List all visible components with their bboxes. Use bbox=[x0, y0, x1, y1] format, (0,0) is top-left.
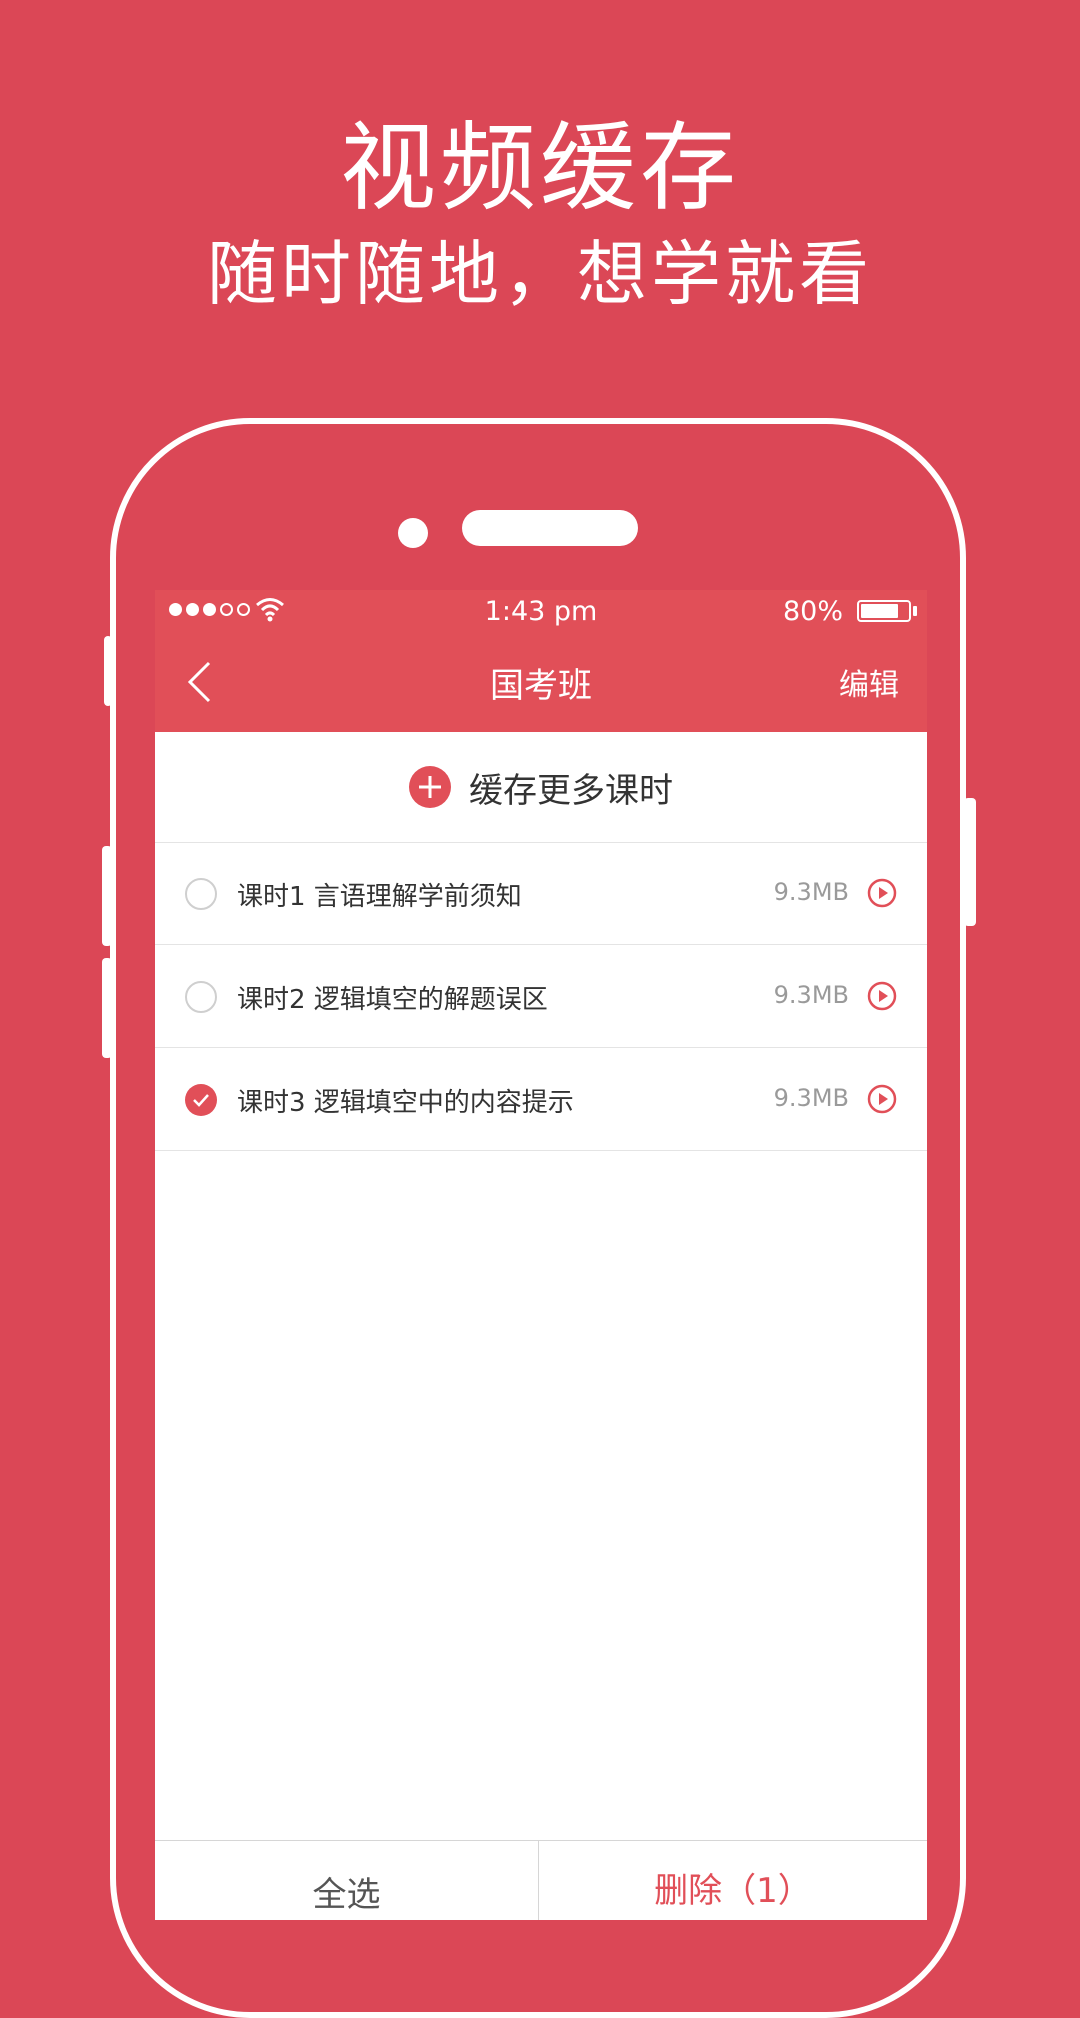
battery-tip bbox=[913, 606, 917, 616]
lesson-title: 课时1 言语理解学前须知 bbox=[237, 882, 522, 912]
cache-more-label: 缓存更多课时 bbox=[469, 770, 673, 811]
app-screen: 1:43 pm 80% 国考班 编辑 缓存更多课时 课时1 言语理解学前须知 9… bbox=[155, 590, 927, 1920]
cache-more-button[interactable]: 缓存更多课时 bbox=[155, 732, 927, 843]
list-item[interactable]: 课时1 言语理解学前须知 9.3MB bbox=[155, 842, 927, 945]
phone-camera bbox=[398, 518, 428, 548]
checkbox[interactable] bbox=[185, 878, 217, 910]
file-size: 9.3MB bbox=[773, 1084, 849, 1112]
phone-side-button bbox=[102, 958, 112, 1058]
promo-subline: 随时随地，想学就看 bbox=[207, 233, 873, 315]
delete-button[interactable]: 删除（1） bbox=[539, 1841, 927, 1920]
nav-bar: 国考班 编辑 bbox=[155, 632, 927, 732]
play-icon[interactable] bbox=[867, 981, 897, 1011]
phone-side-button bbox=[964, 798, 976, 926]
checkbox-checked[interactable] bbox=[185, 1084, 217, 1116]
phone-speaker bbox=[462, 510, 638, 546]
lesson-list: 课时1 言语理解学前须知 9.3MB 课时2 逻辑填空的解题误区 9.3MB 课 bbox=[155, 842, 927, 1151]
lesson-title: 课时2 逻辑填空的解题误区 bbox=[237, 985, 548, 1015]
battery-icon bbox=[857, 600, 911, 622]
checkmark-icon bbox=[193, 1094, 209, 1107]
list-item[interactable]: 课时2 逻辑填空的解题误区 9.3MB bbox=[155, 945, 927, 1048]
plus-icon bbox=[409, 766, 451, 808]
promo-headline: 视频缓存 bbox=[340, 112, 740, 224]
checkbox[interactable] bbox=[185, 981, 217, 1013]
list-item[interactable]: 课时3 逻辑填空中的内容提示 9.3MB bbox=[155, 1048, 927, 1151]
bottom-action-bar: 全选 删除（1） bbox=[155, 1840, 927, 1920]
battery-percent: 80% bbox=[782, 596, 843, 627]
lesson-title: 课时3 逻辑填空中的内容提示 bbox=[237, 1088, 574, 1118]
play-icon[interactable] bbox=[867, 1084, 897, 1114]
page-title: 国考班 bbox=[490, 666, 592, 706]
phone-side-button bbox=[102, 846, 112, 946]
phone-side-button bbox=[104, 636, 112, 706]
select-all-button[interactable]: 全选 bbox=[155, 1841, 539, 1920]
play-icon[interactable] bbox=[867, 878, 897, 908]
file-size: 9.3MB bbox=[773, 981, 849, 1009]
edit-button[interactable]: 编辑 bbox=[839, 660, 899, 704]
file-size: 9.3MB bbox=[773, 878, 849, 906]
status-bar: 1:43 pm 80% bbox=[155, 590, 927, 632]
